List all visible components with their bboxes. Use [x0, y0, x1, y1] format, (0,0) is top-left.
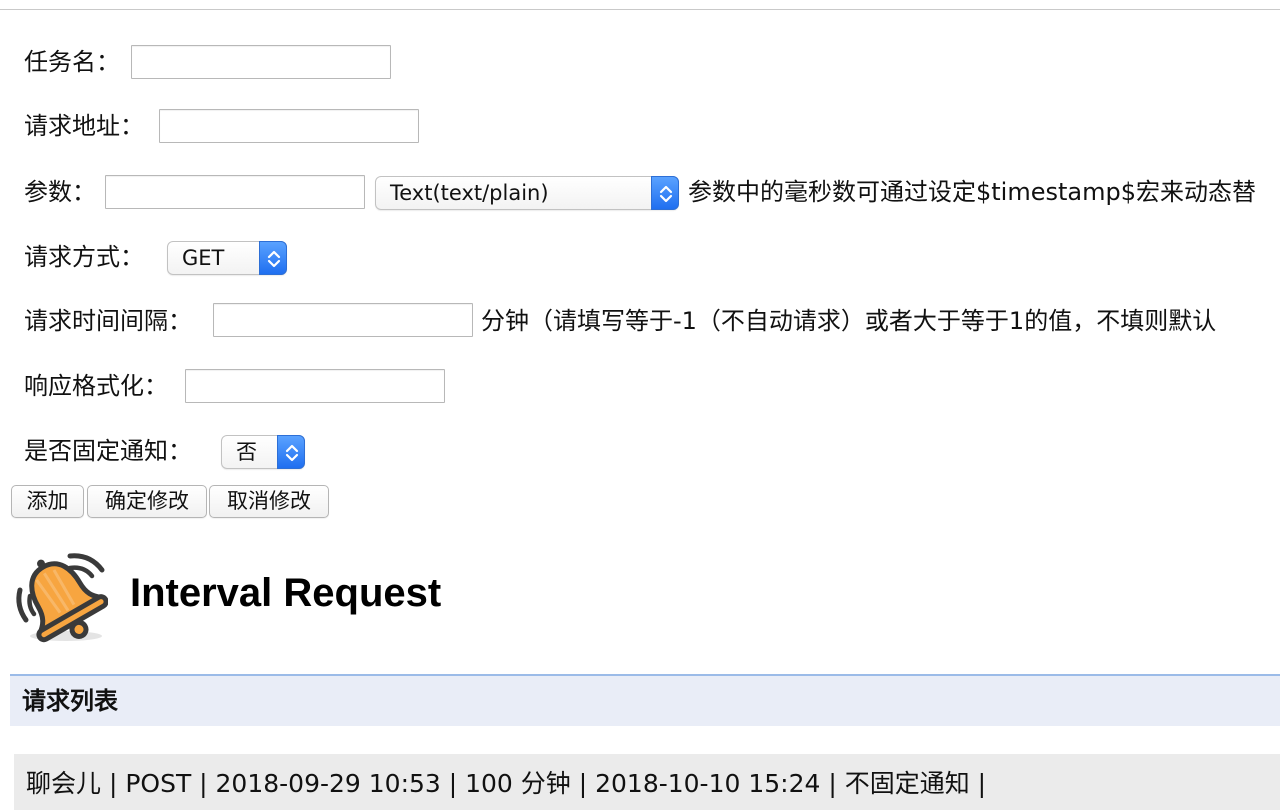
- content-type-value: Text(text/plain): [390, 181, 549, 205]
- format-label: 响应格式化：: [24, 372, 168, 400]
- url-label: 请求地址：: [24, 112, 144, 140]
- interval-note: 分钟（请填写等于-1（不自动请求）或者大于等于1的值，不填则默认: [481, 307, 1217, 335]
- request-list-header: 请求列表: [10, 674, 1280, 726]
- params-label: 参数：: [24, 178, 96, 206]
- select-chevrons-icon: [277, 435, 305, 469]
- task-name-label: 任务名：: [24, 48, 120, 76]
- method-label: 请求方式：: [24, 243, 144, 271]
- method-value: GET: [182, 246, 225, 270]
- interval-label: 请求时间间隔：: [24, 307, 192, 335]
- bell-ringing-icon: [10, 548, 109, 646]
- pin-value: 否: [236, 440, 257, 464]
- list-item[interactable]: 聊会儿 | POST | 2018-09-29 10:53 | 100 分钟 |…: [14, 754, 1280, 810]
- task-name-input[interactable]: [131, 45, 391, 79]
- params-note: 参数中的毫秒数可通过设定$timestamp$宏来动态替: [688, 178, 1256, 206]
- url-input[interactable]: [159, 109, 419, 143]
- list-item-text: 聊会儿 | POST | 2018-09-29 10:53 | 100 分钟 |…: [26, 769, 987, 798]
- confirm-edit-button[interactable]: 确定修改: [87, 485, 207, 518]
- interval-input[interactable]: [213, 303, 473, 337]
- method-select[interactable]: GET: [167, 241, 287, 275]
- top-divider: [0, 9, 1280, 10]
- request-list-title: 请求列表: [22, 687, 118, 715]
- cancel-edit-button[interactable]: 取消修改: [209, 485, 329, 518]
- select-chevrons-icon: [651, 176, 679, 210]
- params-input[interactable]: [105, 175, 365, 209]
- app-title: Interval Request: [130, 571, 442, 615]
- pin-select[interactable]: 否: [221, 435, 305, 469]
- content-type-select[interactable]: Text(text/plain): [375, 176, 679, 210]
- pin-label: 是否固定通知：: [24, 437, 192, 465]
- add-button[interactable]: 添加: [11, 485, 84, 518]
- format-input[interactable]: [185, 369, 445, 403]
- select-chevrons-icon: [259, 241, 287, 275]
